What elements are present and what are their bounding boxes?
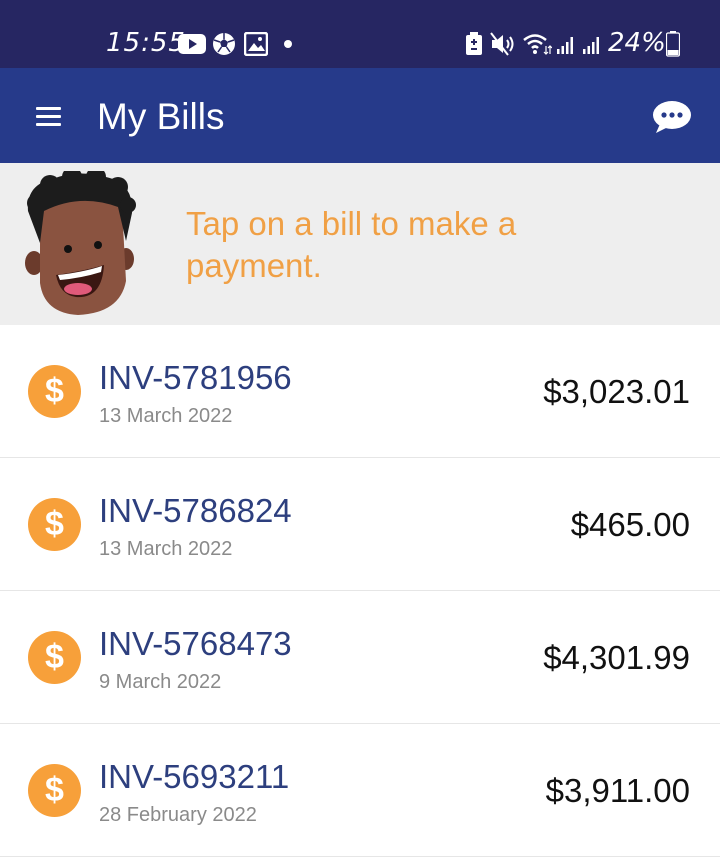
bill-amount: $3,023.01 [543, 373, 690, 410]
bill-date: 13 March 2022 [99, 405, 233, 427]
dollar-coin-icon: $ [28, 498, 81, 551]
avatar-character-icon [25, 171, 136, 315]
bill-list: $ INV-5781956 13 March 2022 $3,023.01 $ … [0, 325, 720, 857]
youtube-icon [178, 34, 206, 54]
bill-row[interactable]: $ INV-5781956 13 March 2022 $3,023.01 [0, 325, 720, 458]
battery-percentage: 24% [608, 28, 666, 58]
gallery-icon [244, 32, 268, 56]
mute-icon [490, 32, 514, 56]
bill-date: 28 February 2022 [99, 804, 257, 826]
wifi-icon [523, 34, 552, 55]
bill-number: INV-5781956 [99, 359, 292, 396]
signal-icon [557, 37, 573, 54]
status-time: 15:55 [106, 28, 186, 58]
signal-icon [583, 37, 599, 54]
bill-date: 13 March 2022 [99, 538, 233, 560]
notification-dot-icon [284, 40, 292, 48]
chat-icon[interactable] [650, 98, 694, 136]
bill-amount: $465.00 [570, 506, 690, 543]
dollar-coin-icon: $ [28, 365, 81, 418]
bill-row[interactable]: $ INV-5693211 28 February 2022 $3,911.00 [0, 724, 720, 857]
dollar-coin-icon: $ [28, 631, 81, 684]
bill-date: 9 March 2022 [99, 671, 222, 693]
bill-amount: $4,301.99 [543, 639, 690, 676]
menu-icon[interactable] [36, 107, 61, 127]
bill-row[interactable]: $ INV-5768473 9 March 2022 $4,301.99 [0, 591, 720, 724]
status-bar: 15:55 24% [0, 0, 720, 68]
instruction-banner: Tap on a bill to make a payment. [0, 163, 720, 325]
banner-message: Tap on a bill to make a payment. [186, 205, 517, 284]
bill-number: INV-5693211 [99, 758, 290, 795]
soccer-ball-icon [213, 33, 235, 55]
dollar-coin-icon: $ [28, 764, 81, 817]
battery-saver-icon [466, 32, 482, 55]
page-title: My Bills [97, 96, 225, 137]
bill-number: INV-5786824 [99, 492, 292, 529]
battery-icon [666, 31, 680, 57]
bill-number: INV-5768473 [99, 625, 292, 662]
app-bar: My Bills [0, 68, 720, 163]
bill-row[interactable]: $ INV-5786824 13 March 2022 $465.00 [0, 458, 720, 591]
bill-amount: $3,911.00 [545, 772, 690, 809]
